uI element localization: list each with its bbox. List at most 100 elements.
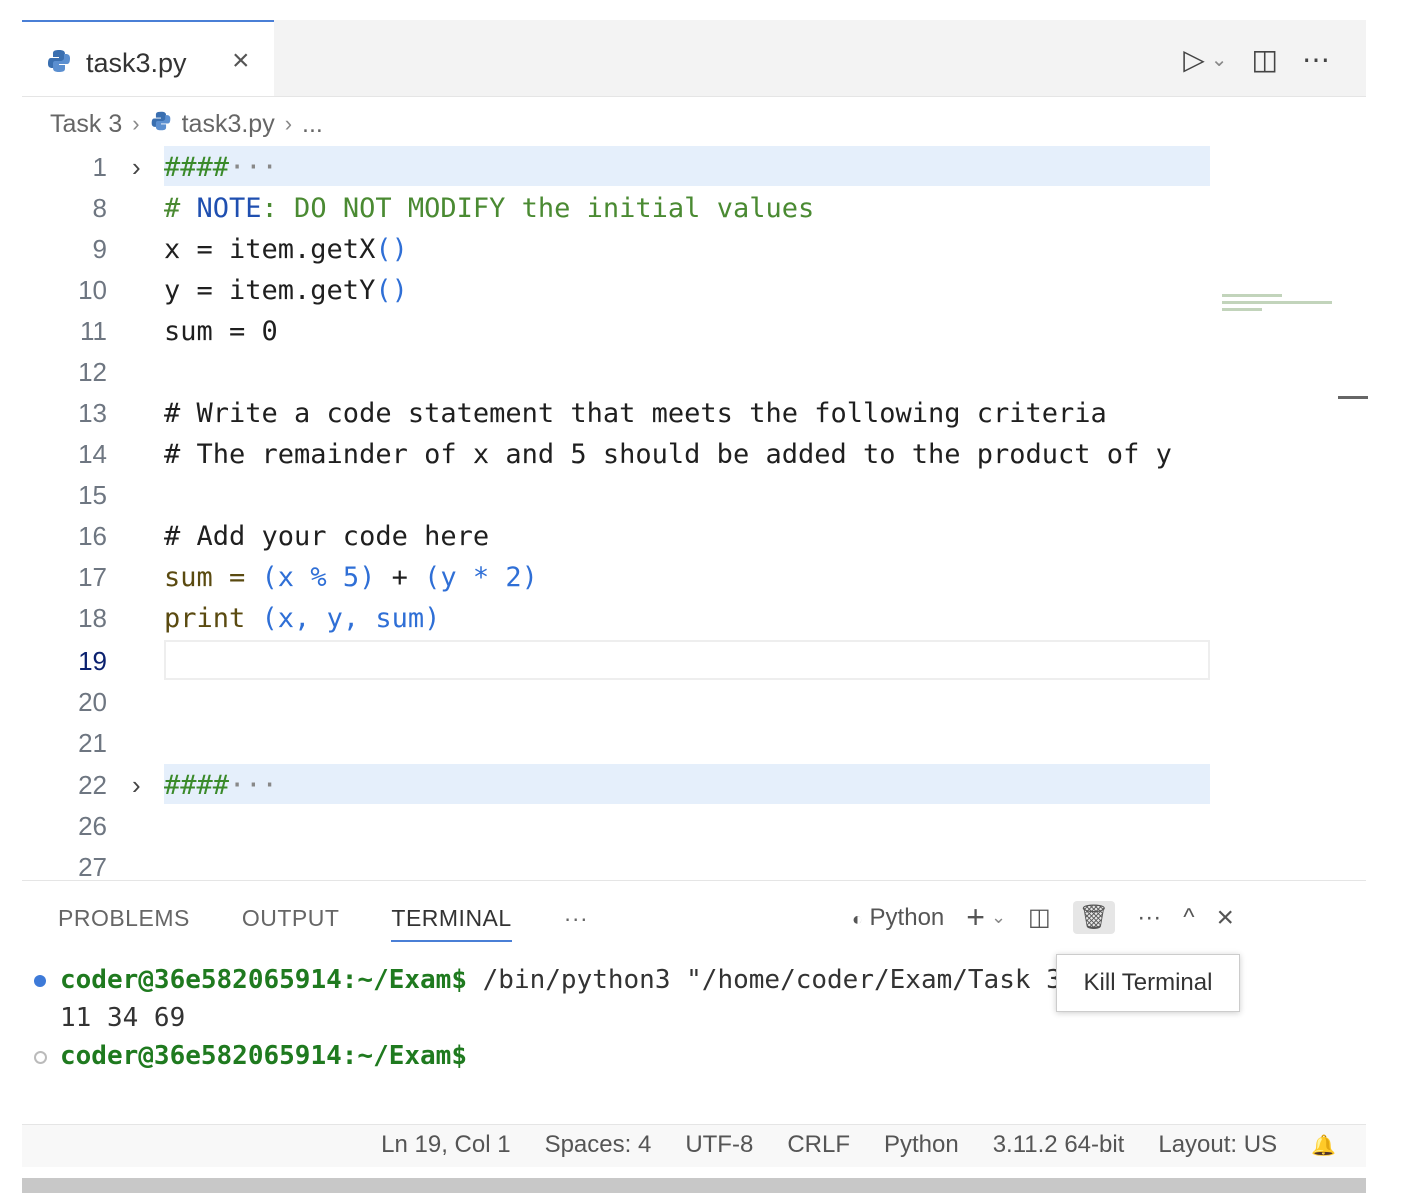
code-text: ####	[164, 152, 230, 183]
code-line: 18 print (x, y, sum)	[22, 597, 1212, 638]
status-bar: Ln 19, Col 1 Spaces: 4 UTF-8 CRLF Python…	[22, 1124, 1366, 1167]
tab-label: task3.py	[86, 48, 187, 78]
tab-task3-py[interactable]: task3.py ×	[22, 20, 274, 96]
code-text: sum = 0	[164, 316, 278, 347]
trash-icon[interactable]: 🗑	[1072, 901, 1116, 934]
code-line: 20	[22, 681, 1212, 722]
line-number: 26	[78, 811, 107, 841]
close-tab-icon[interactable]: ×	[232, 44, 250, 78]
new-terminal-icon[interactable]: +	[966, 899, 985, 936]
code-line: 10 y = item.getY()	[22, 269, 1212, 310]
code-text: NOTE	[196, 193, 262, 224]
notification-bell-icon[interactable]: 🔔	[1311, 1133, 1336, 1158]
split-terminal-icon[interactable]: ◫	[1028, 903, 1051, 932]
code-line: 1 › ####···	[22, 146, 1212, 187]
terminal-prompt: coder@36e582065914:~/Exam$	[60, 965, 467, 995]
line-number: 14	[78, 439, 107, 469]
code-text: x = item.getX	[164, 234, 376, 265]
run-icon[interactable]: ▷	[1183, 43, 1205, 76]
fold-chevron-icon[interactable]: ›	[132, 770, 141, 801]
code-line: 21	[22, 722, 1212, 763]
code-text: (x % 5)	[261, 562, 376, 593]
tab-problems[interactable]: PROBLEMS	[58, 905, 190, 942]
kill-terminal-tooltip: Kill Terminal	[1056, 954, 1240, 1012]
line-number: 9	[92, 234, 107, 264]
python-file-icon	[46, 48, 72, 79]
status-encoding[interactable]: UTF-8	[685, 1131, 753, 1159]
chevron-down-icon[interactable]: ⌄	[991, 907, 1006, 928]
line-number: 22	[78, 770, 107, 800]
maximize-panel-icon[interactable]: ^	[1183, 904, 1194, 932]
fold-chevron-icon[interactable]: ›	[132, 152, 141, 183]
chevron-down-icon[interactable]: ⌄	[1211, 47, 1228, 72]
code-text: y = item.getY	[164, 275, 376, 306]
breadcrumb: Task 3 › task3.py › ...	[50, 106, 323, 142]
folded-ellipsis[interactable]: ···	[229, 152, 278, 183]
line-number: 10	[78, 275, 107, 305]
code-text: +	[375, 562, 425, 593]
code-text: # The remainder of x and 5 should be add…	[164, 439, 1172, 470]
chevron-right-icon: ›	[284, 111, 293, 136]
more-actions-icon[interactable]: ⋯	[1302, 43, 1330, 76]
code-text: # Write a code statement that meets the …	[164, 398, 1107, 429]
breadcrumb-file[interactable]: task3.py	[182, 110, 275, 139]
line-number: 8	[92, 193, 107, 223]
code-text: # Add your code here	[164, 521, 490, 552]
code-line: 17 sum = (x % 5) + (y * 2)	[22, 556, 1212, 597]
status-keyboard-layout[interactable]: Layout: US	[1158, 1131, 1277, 1159]
panel-actions: ◐ Python + ⌄ ◫ 🗑 ··· ^ ×	[852, 899, 1234, 936]
code-text: sum =	[164, 562, 262, 593]
folded-ellipsis[interactable]: ···	[229, 770, 278, 801]
code-line: 22 › ####···	[22, 764, 1212, 805]
line-number: 15	[78, 480, 107, 510]
editor-actions: ▷ ⌄ ◫ ⋯	[1183, 42, 1330, 76]
terminal-line: coder@36e582065914:~/Exam$	[34, 1041, 467, 1079]
code-line: 15	[22, 474, 1212, 515]
terminal-command: /bin/python3 "/home/coder/Exam/Task 3	[467, 965, 1062, 995]
line-number: 1	[92, 152, 107, 182]
status-eol[interactable]: CRLF	[787, 1131, 850, 1159]
code-line-current[interactable]: 19	[22, 640, 1212, 681]
editor-tab-bar: task3.py × ▷ ⌄ ◫ ⋯	[22, 20, 1366, 97]
code-text: #	[164, 193, 197, 224]
terminal-profile[interactable]: ◐ Python	[852, 904, 944, 932]
panel-tabs: PROBLEMS OUTPUT TERMINAL ···	[58, 905, 588, 942]
vscode-window: task3.py × ▷ ⌄ ◫ ⋯ Task 3 › task3.py › .…	[22, 0, 1368, 1193]
horizontal-scrollbar[interactable]	[22, 1178, 1366, 1193]
split-editor-icon[interactable]: ◫	[1252, 43, 1278, 76]
terminal-output-text: 11 34 69	[60, 1003, 186, 1033]
command-status-dot[interactable]	[34, 975, 46, 987]
line-number: 20	[78, 687, 107, 717]
breadcrumb-folder[interactable]: Task 3	[50, 110, 122, 139]
line-number: 16	[78, 521, 107, 551]
terminal-shell-icon: ◐	[852, 908, 863, 929]
terminal-line: 11 34 69	[34, 1003, 185, 1041]
status-cursor-position[interactable]: Ln 19, Col 1	[381, 1131, 510, 1159]
command-status-dot[interactable]	[34, 1051, 47, 1064]
line-number: 18	[78, 603, 107, 633]
scrollbar-marker[interactable]	[1338, 396, 1368, 399]
code-line: 12	[22, 351, 1212, 392]
more-tabs-icon[interactable]: ···	[564, 905, 588, 942]
code-line: 16 # Add your code here	[22, 515, 1212, 556]
code-line: 26	[22, 805, 1212, 846]
close-panel-icon[interactable]: ×	[1216, 901, 1234, 935]
breadcrumb-more[interactable]: ...	[302, 110, 323, 139]
tab-output[interactable]: OUTPUT	[242, 905, 340, 942]
code-line: 27	[22, 846, 1212, 880]
code-line: 14 # The remainder of x and 5 should be …	[22, 433, 1212, 474]
code-line: 11 sum = 0	[22, 310, 1212, 351]
code-text: ####	[164, 770, 230, 801]
line-number: 27	[78, 852, 107, 880]
status-language[interactable]: Python	[884, 1131, 959, 1159]
status-indentation[interactable]: Spaces: 4	[545, 1131, 652, 1159]
status-interpreter[interactable]: 3.11.2 64-bit	[993, 1131, 1125, 1159]
tab-terminal[interactable]: TERMINAL	[391, 905, 512, 942]
terminal-profile-label: Python	[869, 903, 945, 931]
code-line: 13 # Write a code statement that meets t…	[22, 392, 1212, 433]
more-actions-icon[interactable]: ···	[1137, 904, 1161, 932]
code-editor[interactable]: 1 › ####··· 8 # NOTE: DO NOT MODIFY the …	[22, 144, 1366, 880]
terminal-output[interactable]: coder@36e582065914:~/Exam$ /bin/python3 …	[34, 965, 1062, 1079]
minimap[interactable]	[1222, 290, 1342, 350]
code-line: 9 x = item.getX()	[22, 228, 1212, 269]
